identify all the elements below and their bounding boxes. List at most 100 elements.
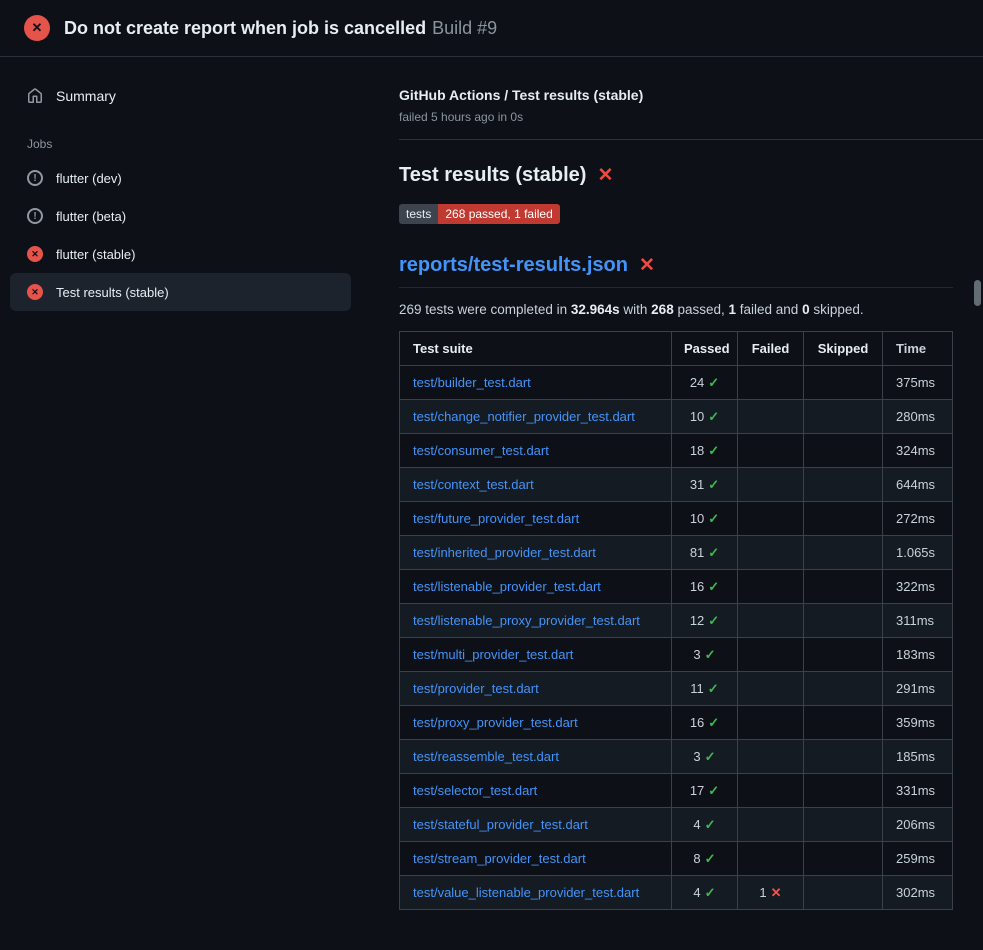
page-header: ✕ Do not create report when job is cance… [0,0,983,57]
check-icon: ✓ [705,851,716,866]
test-suite-link[interactable]: test/future_provider_test.dart [413,511,579,526]
test-suite-link[interactable]: test/inherited_provider_test.dart [413,545,596,560]
table-row: test/selector_test.dart17✓331ms [400,774,953,808]
test-suite-link[interactable]: test/provider_test.dart [413,681,539,696]
failed-cell [738,774,804,808]
time-cell: 183ms [883,638,953,672]
test-suite-cell: test/future_provider_test.dart [400,502,672,536]
check-icon: ✓ [705,749,716,764]
table-row: test/provider_test.dart11✓291ms [400,672,953,706]
test-suite-link[interactable]: test/selector_test.dart [413,783,537,798]
test-suite-cell: test/stream_provider_test.dart [400,842,672,876]
main-content: GitHub Actions / Test results (stable) f… [399,57,983,910]
test-suite-link[interactable]: test/consumer_test.dart [413,443,549,458]
col-header-passed: Passed [672,332,738,366]
sidebar-item-flutter-stable[interactable]: ✕ flutter (stable) [10,235,351,273]
test-suite-cell: test/provider_test.dart [400,672,672,706]
test-suite-cell: test/listenable_provider_test.dart [400,570,672,604]
page-title: Do not create report when job is cancell… [64,18,497,39]
test-suite-link[interactable]: test/stateful_provider_test.dart [413,817,588,832]
summary-text: skipped. [810,302,864,317]
skipped-cell [804,502,883,536]
summary-passed-count: 268 [651,302,674,317]
skipped-cell [804,842,883,876]
test-suite-link[interactable]: test/value_listenable_provider_test.dart [413,885,639,900]
check-icon: ✓ [708,511,719,526]
skipped-cell [804,434,883,468]
check-icon: ✓ [708,715,719,730]
summary-text: passed, [674,302,729,317]
test-suite-cell: test/inherited_provider_test.dart [400,536,672,570]
passed-cell: 24✓ [672,366,738,400]
passed-cell: 18✓ [672,434,738,468]
failed-cell [738,366,804,400]
passed-cell: 3✓ [672,740,738,774]
check-icon: ✓ [708,375,719,390]
time-cell: 302ms [883,876,953,910]
summary-duration: 32.964s [571,302,620,317]
section-title-text: Test results (stable) [399,164,586,187]
divider [399,139,983,140]
passed-cell: 8✓ [672,842,738,876]
passed-cell: 4✓ [672,876,738,910]
table-row: test/reassemble_test.dart 3✓ 185ms [400,740,953,774]
test-suite-link[interactable]: test/change_notifier_provider_test.dart [413,409,635,424]
neutral-status-icon: ! [27,170,43,186]
table-row: test/inherited_provider_test.dart81✓1.06… [400,536,953,570]
check-icon: ✓ [708,681,719,696]
test-suite-link[interactable]: test/multi_provider_test.dart [413,647,573,662]
col-header-failed: Failed [738,332,804,366]
skipped-cell [804,366,883,400]
report-title: reports/test-results.json ✕ [399,254,953,288]
failed-cell [738,842,804,876]
summary-line: 269 tests were completed in 32.964s with… [399,302,953,317]
time-cell: 331ms [883,774,953,808]
badge-value: 268 passed, 1 failed [438,204,559,224]
test-suite-link[interactable]: test/reassemble_test.dart [413,749,559,764]
failed-cell [738,638,804,672]
test-suite-link[interactable]: test/stream_provider_test.dart [413,851,586,866]
test-suite-cell: test/value_listenable_provider_test.dart [400,876,672,910]
table-row: test/listenable_provider_test.dart16✓322… [400,570,953,604]
sidebar-item-flutter-dev[interactable]: ! flutter (dev) [10,159,351,197]
breadcrumb: GitHub Actions / Test results (stable) [399,87,953,103]
sidebar-item-test-results-stable[interactable]: ✕ Test results (stable) [10,273,351,311]
summary-text: 269 tests were completed in [399,302,571,317]
scrollbar-thumb[interactable] [974,280,981,306]
check-icon: ✓ [708,579,719,594]
skipped-cell [804,604,883,638]
col-header-time: Time [883,332,953,366]
test-suite-link[interactable]: test/context_test.dart [413,477,534,492]
failed-x-icon: ✕ [597,166,613,185]
test-suite-cell: test/listenable_proxy_provider_test.dart [400,604,672,638]
failed-cell [738,706,804,740]
passed-cell: 81✓ [672,536,738,570]
failed-cell [738,604,804,638]
test-suite-cell: test/proxy_provider_test.dart [400,706,672,740]
passed-cell: 11✓ [672,672,738,706]
sidebar-item-summary[interactable]: Summary [10,77,351,115]
report-link[interactable]: reports/test-results.json [399,254,628,277]
table-row: test/stream_provider_test.dart8✓259ms [400,842,953,876]
skipped-cell [804,672,883,706]
table-header-row: Test suite Passed Failed Skipped Time [400,332,953,366]
passed-cell: 12✓ [672,604,738,638]
time-cell: 359ms [883,706,953,740]
test-suite-link[interactable]: test/builder_test.dart [413,375,531,390]
time-cell: 185ms [883,740,953,774]
test-suite-link[interactable]: test/proxy_provider_test.dart [413,715,578,730]
test-suite-link[interactable]: test/listenable_provider_test.dart [413,579,601,594]
summary-text: with [620,302,652,317]
test-results-table: Test suite Passed Failed Skipped Time te… [399,331,953,910]
passed-cell: 31✓ [672,468,738,502]
test-suite-link[interactable]: test/listenable_proxy_provider_test.dart [413,613,640,628]
table-row: test/value_listenable_provider_test.dart… [400,876,953,910]
table-row: test/listenable_proxy_provider_test.dart… [400,604,953,638]
table-row: test/stateful_provider_test.dart4✓206ms [400,808,953,842]
time-cell: 280ms [883,400,953,434]
sidebar-item-flutter-beta[interactable]: ! flutter (beta) [10,197,351,235]
tests-badge: tests 268 passed, 1 failed [399,204,560,224]
check-icon: ✓ [705,817,716,832]
skipped-cell [804,638,883,672]
table-row: test/consumer_test.dart18✓324ms [400,434,953,468]
